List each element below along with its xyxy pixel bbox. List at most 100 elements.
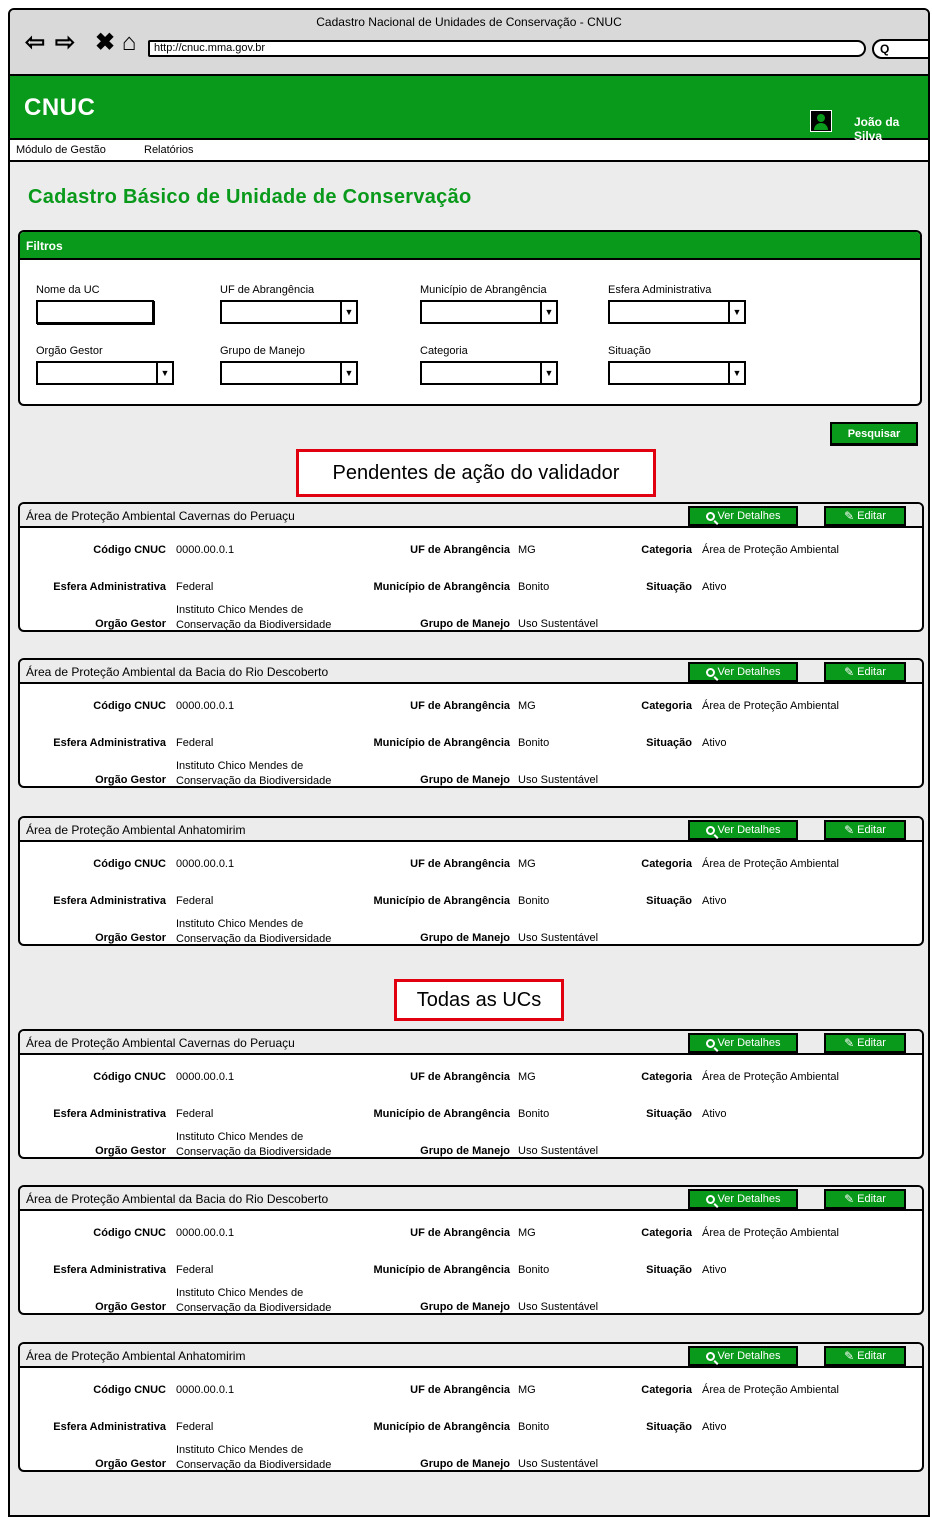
situacao-label: Situação <box>646 1108 692 1120</box>
brand-logo[interactable]: CNUC <box>24 94 95 122</box>
nome-uc-label: Nome da UC <box>36 284 100 296</box>
uc-card-header: Área de Proteção Ambiental Cavernas do P… <box>20 1031 922 1055</box>
municipio-abrangencia-label: Município de Abrangência <box>373 581 511 593</box>
grupo-manejo-select[interactable]: ▼ <box>220 361 358 385</box>
chevron-down-icon[interactable]: ▼ <box>728 302 744 322</box>
grupo-manejo-value: Uso Sustentável <box>518 774 599 786</box>
view-details-label: Ver Detalhes <box>717 510 781 522</box>
chevron-down-icon[interactable]: ▼ <box>728 363 744 383</box>
esfera-administrativa-label: Esfera Administrativa <box>53 737 166 749</box>
grupo-manejo-label: Grupo de Manejo <box>420 774 510 786</box>
uc-name: Área de Proteção Ambiental da Bacia do R… <box>26 665 329 679</box>
view-details-button[interactable]: Ver Detalhes <box>688 1033 798 1053</box>
filters-header: Filtros <box>20 232 920 260</box>
orgao-gestor-label: Orgão Gestor <box>95 1458 166 1470</box>
nome-uc-input[interactable] <box>36 300 154 324</box>
orgao-gestor-label: Orgão Gestor <box>95 1301 166 1313</box>
municipio-abrangencia-value: Bonito <box>518 737 550 749</box>
categoria-label: Categoria <box>420 345 468 357</box>
uf-abrangencia-label: UF de Abrangência <box>410 1071 510 1083</box>
uc-card-header: Área de Proteção Ambiental Cavernas do P… <box>20 504 922 528</box>
edit-label: Editar <box>857 824 886 836</box>
esfera-administrativa-value: Federal <box>176 1421 214 1433</box>
situacao-value: Ativo <box>702 1421 727 1433</box>
chevron-down-icon[interactable]: ▼ <box>156 363 172 383</box>
grupo-manejo-label: Grupo de Manejo <box>420 1145 510 1157</box>
uc-card: Área de Proteção Ambiental Cavernas do P… <box>18 1029 924 1159</box>
municipio-abrangencia-value: Bonito <box>518 1108 550 1120</box>
view-details-button[interactable]: Ver Detalhes <box>688 1189 798 1209</box>
edit-button[interactable]: ✎ Editar <box>824 1033 906 1053</box>
edit-button[interactable]: ✎ Editar <box>824 1346 906 1366</box>
uc-card-header: Área de Proteção Ambiental da Bacia do R… <box>20 1187 922 1211</box>
esfera-administrativa-value: Federal <box>176 1108 214 1120</box>
grupo-manejo-label: Grupo de Manejo <box>420 932 510 944</box>
user-name[interactable]: João da Silva <box>854 115 928 143</box>
view-details-label: Ver Detalhes <box>717 1350 781 1362</box>
close-icon[interactable]: ✖ <box>92 30 118 56</box>
uf-abrangencia-select[interactable]: ▼ <box>220 300 358 324</box>
user-avatar-icon[interactable] <box>810 110 832 132</box>
edit-button[interactable]: ✎ Editar <box>824 662 906 682</box>
categoria-value: Área de Proteção Ambiental <box>702 544 839 556</box>
categoria-label: Categoria <box>641 700 692 712</box>
orgao-gestor-select[interactable]: ▼ <box>36 361 174 385</box>
orgao-gestor-label: Orgão Gestor <box>36 345 103 357</box>
esfera-administrativa-select[interactable]: ▼ <box>608 300 746 324</box>
home-icon[interactable]: ⌂ <box>116 30 142 56</box>
edit-button[interactable]: ✎ Editar <box>824 820 906 840</box>
municipio-abrangencia-label: Município de Abrangência <box>373 1264 511 1276</box>
section-title: Todas as UCs <box>394 979 564 1021</box>
menu-item-modulo-gestao[interactable]: Módulo de Gestão <box>16 144 106 156</box>
view-details-label: Ver Detalhes <box>717 1193 781 1205</box>
chevron-down-icon[interactable]: ▼ <box>540 363 556 383</box>
search-icon <box>705 1038 715 1048</box>
orgao-gestor-value-line1: Instituto Chico Mendes de <box>176 1287 304 1299</box>
situacao-label: Situação <box>646 1421 692 1433</box>
orgao-gestor-label: Orgão Gestor <box>95 932 166 944</box>
chevron-down-icon[interactable]: ▼ <box>340 302 356 322</box>
categoria-value: Área de Proteção Ambiental <box>702 1227 839 1239</box>
grupo-manejo-label: Grupo de Manejo <box>420 1301 510 1313</box>
situacao-select[interactable]: ▼ <box>608 361 746 385</box>
esfera-administrativa-label: Esfera Administrativa <box>608 284 712 296</box>
back-arrow-icon[interactable]: ⇦ <box>22 30 48 56</box>
orgao-gestor-value-line2: Conservação da Biodiversidade <box>176 619 332 631</box>
browser-search-button[interactable]: Q <box>872 39 928 59</box>
orgao-gestor-value-line1: Instituto Chico Mendes de <box>176 1131 304 1143</box>
edit-button[interactable]: ✎ Editar <box>824 1189 906 1209</box>
pencil-icon: ✎ <box>844 1349 855 1363</box>
orgao-gestor-value-line2: Conservação da Biodiversidade <box>176 1459 332 1471</box>
view-details-button[interactable]: Ver Detalhes <box>688 820 798 840</box>
view-details-button[interactable]: Ver Detalhes <box>688 662 798 682</box>
categoria-label: Categoria <box>641 1384 692 1396</box>
uc-card-header: Área de Proteção Ambiental Anhatomirim Ve… <box>20 1344 922 1368</box>
main-menu: Módulo de Gestão Relatórios <box>10 140 928 162</box>
codigo-cnuc-label: Código CNUC <box>93 1071 166 1083</box>
uc-card: Área de Proteção Ambiental Anhatomirim Ve… <box>18 816 924 946</box>
forward-arrow-icon[interactable]: ⇨ <box>52 30 78 56</box>
view-details-button[interactable]: Ver Detalhes <box>688 1346 798 1366</box>
uc-name: Área de Proteção Ambiental Anhatomirim <box>26 1349 246 1363</box>
categoria-label: Categoria <box>641 1071 692 1083</box>
menu-item-relatorios[interactable]: Relatórios <box>144 144 194 156</box>
situacao-value: Ativo <box>702 581 727 593</box>
municipio-abrangencia-select[interactable]: ▼ <box>420 300 558 324</box>
situacao-value: Ativo <box>702 895 727 907</box>
search-icon <box>705 1194 715 1204</box>
categoria-select[interactable]: ▼ <box>420 361 558 385</box>
search-button[interactable]: Pesquisar <box>830 422 918 446</box>
url-bar[interactable]: http://cnuc.mma.gov.br <box>148 40 866 57</box>
orgao-gestor-value-line2: Conservação da Biodiversidade <box>176 1302 332 1314</box>
esfera-administrativa-label: Esfera Administrativa <box>53 1421 166 1433</box>
chevron-down-icon[interactable]: ▼ <box>540 302 556 322</box>
municipio-abrangencia-label: Município de Abrangência <box>420 284 547 296</box>
orgao-gestor-value-line2: Conservação da Biodiversidade <box>176 1146 332 1158</box>
view-details-button[interactable]: Ver Detalhes <box>688 506 798 526</box>
edit-label: Editar <box>857 1193 886 1205</box>
uc-card-header: Área de Proteção Ambiental da Bacia do R… <box>20 660 922 684</box>
esfera-administrativa-label: Esfera Administrativa <box>53 895 166 907</box>
chevron-down-icon[interactable]: ▼ <box>340 363 356 383</box>
uf-abrangencia-label: UF de Abrangência <box>410 1384 510 1396</box>
edit-button[interactable]: ✎ Editar <box>824 506 906 526</box>
